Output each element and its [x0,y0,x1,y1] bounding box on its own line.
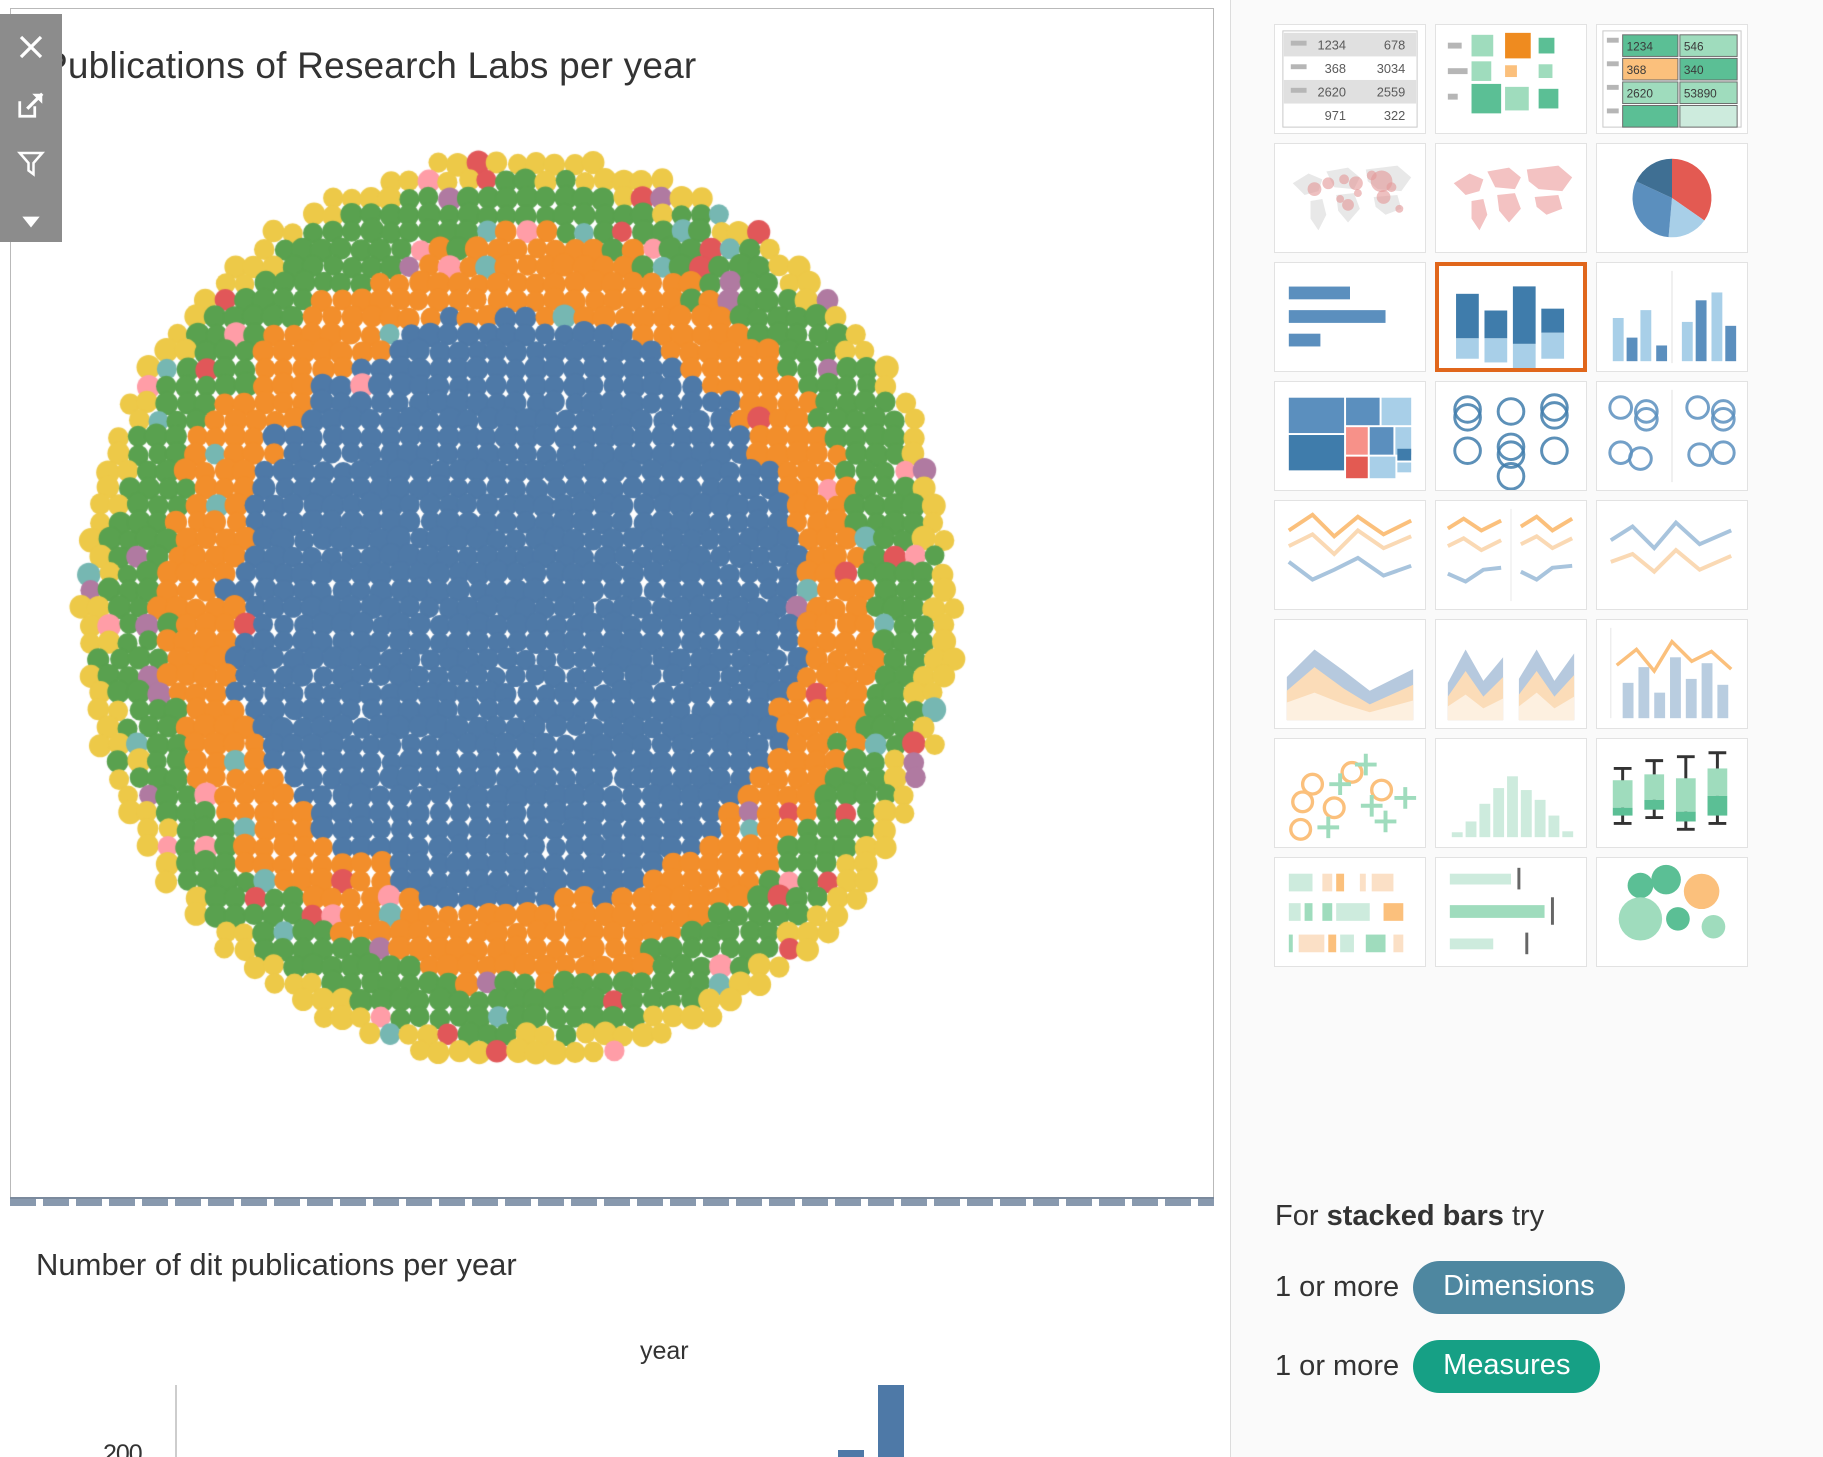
show-me-thumb-area-discrete[interactable] [1435,619,1587,729]
show-me-thumb-histogram[interactable] [1435,738,1587,848]
hint-qty-measures: 1 or more [1275,1350,1400,1382]
show-me-thumb-lines-continuous[interactable] [1274,500,1426,610]
show-me-thumb-filled-map[interactable] [1435,143,1587,253]
worksheet-area: Publications of Research Labs per year N… [0,0,1230,1457]
show-me-thumb-treemap[interactable] [1274,381,1426,491]
subsheet-y-tick: 200 [103,1440,143,1457]
svg-text:322: 322 [1384,108,1405,123]
chevron-down-icon[interactable] [11,200,51,242]
show-me-thumb-lines-discrete[interactable] [1435,500,1587,610]
show-me-thumb-pie-chart[interactable] [1596,143,1748,253]
close-icon[interactable] [11,26,51,68]
app-root: Publications of Research Labs per year N… [0,0,1823,1457]
show-me-thumb-circle-views[interactable] [1435,381,1587,491]
measures-pill: Measures [1413,1340,1601,1393]
show-me-thumb-dual-lines[interactable] [1596,500,1748,610]
svg-text:368: 368 [1325,61,1346,76]
show-me-thumb-side-by-side-circles[interactable] [1596,381,1748,491]
hint-qty-dimensions: 1 or more [1275,1271,1400,1303]
hint-row-measures: 1 or more Measures [1275,1340,1795,1393]
show-me-thumb-area-continuous[interactable] [1274,619,1426,729]
show-me-thumb-side-by-side-bars[interactable] [1596,262,1748,372]
dimensions-pill: Dimensions [1413,1261,1625,1314]
svg-text:53890: 53890 [1684,87,1717,101]
svg-text:2620: 2620 [1318,85,1347,100]
show-me-thumb-text-table[interactable]: 1234 678 368 3034 2620 2559 971 322 [1274,24,1426,134]
show-me-hint: For stacked bars try 1 or more Dimension… [1275,1200,1795,1419]
show-me-thumb-bullet-graph[interactable] [1435,857,1587,967]
show-me-thumb-scatter-plot[interactable] [1274,738,1426,848]
svg-text:3034: 3034 [1377,61,1406,76]
show-me-thumb-highlight-table[interactable]: 1234 546 368 340 2620 53890 [1596,24,1748,134]
subsheet-axis-label: year [640,1337,689,1365]
worksheet-divider [10,1197,1214,1206]
show-me-thumb-gantt[interactable] [1274,857,1426,967]
svg-text:368: 368 [1627,63,1647,77]
show-me-thumbnail-grid: 1234 678 368 3034 2620 2559 971 322 1234 546 368 34… [1274,24,1748,967]
subsheet-y-axis [175,1385,177,1457]
svg-text:1234: 1234 [1627,40,1654,54]
show-me-thumb-box-and-whisker[interactable] [1596,738,1748,848]
subsheet-bars[interactable] [178,1385,1058,1457]
svg-text:1234: 1234 [1318,38,1347,53]
show-me-thumb-horizontal-bars[interactable] [1274,262,1426,372]
viz-card: Publications of Research Labs per year [10,8,1214,1198]
bar[interactable] [838,1449,864,1457]
hint-headline: For stacked bars try [1275,1200,1545,1232]
show-me-thumb-symbol-map[interactable] [1274,143,1426,253]
svg-text:2559: 2559 [1377,85,1406,100]
svg-text:340: 340 [1684,63,1704,77]
filter-icon[interactable] [11,142,51,184]
page-title: Publications of Research Labs per year [43,45,697,86]
svg-text:2620: 2620 [1627,87,1654,101]
show-me-panel: 1234 678 368 3034 2620 2559 971 322 1234 546 368 34… [1230,0,1823,1457]
show-me-thumb-dual-combination[interactable] [1596,619,1748,729]
show-me-thumb-stacked-bars[interactable] [1435,262,1587,372]
svg-text:678: 678 [1384,38,1405,53]
show-me-thumb-heat-map[interactable] [1435,24,1587,134]
bar[interactable] [878,1385,904,1457]
external-link-icon[interactable] [11,84,51,126]
show-me-thumb-packed-bubbles[interactable] [1596,857,1748,967]
svg-text:971: 971 [1325,108,1346,123]
svg-text:546: 546 [1684,40,1704,54]
hint-row-dimensions: 1 or more Dimensions [1275,1261,1795,1314]
packed-bubble-chart[interactable] [11,109,1213,1197]
card-toolbar [0,14,62,242]
subsheet-title: Number of dit publications per year [36,1247,517,1282]
